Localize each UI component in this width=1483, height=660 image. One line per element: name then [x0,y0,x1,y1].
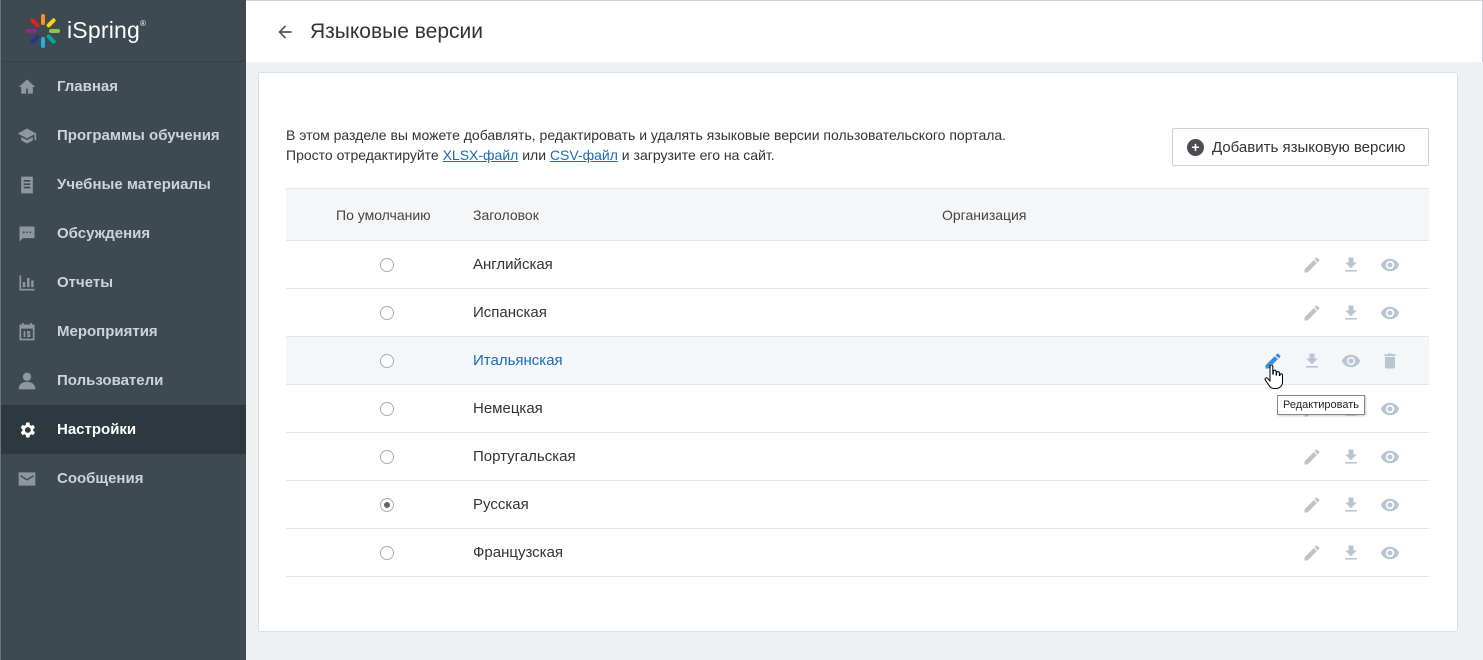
add-language-button[interactable]: + Добавить языковую версию [1172,128,1429,166]
edit-pencil-icon[interactable] [1301,494,1323,516]
content-card: В этом разделе вы можете добавлять, реда… [258,72,1458,632]
csv-link[interactable]: CSV-файл [550,147,618,163]
page-title: Языковые версии [310,19,483,43]
row-actions [1284,254,1401,276]
table-row[interactable]: Французская [286,529,1429,577]
sidebar-item-events[interactable]: Мероприятия [1,307,246,356]
envelope-icon [16,468,38,490]
document-list-icon [16,174,38,196]
sidebar-item-reports[interactable]: Отчеты [1,258,246,307]
back-arrow-icon[interactable] [274,21,296,43]
intro-text: В этом разделе вы можете добавлять, реда… [286,125,1006,165]
download-icon[interactable] [1340,446,1362,468]
preview-eye-icon[interactable] [1379,542,1401,564]
bar-chart-icon [16,272,38,294]
sidebar-item-materials[interactable]: Учебные материалы [1,160,246,209]
delete-trash-icon[interactable] [1379,350,1401,372]
download-icon[interactable] [1340,254,1362,276]
default-radio[interactable] [380,546,394,560]
download-icon[interactable] [1340,302,1362,324]
edit-pencil-icon[interactable] [1301,302,1323,324]
edit-pencil-icon[interactable] [1301,542,1323,564]
column-title: Заголовок [473,206,539,223]
table-row[interactable]: Итальянская [286,337,1429,385]
sidebar-item-messages[interactable]: Сообщения [1,454,246,503]
sidebar-item-discussions[interactable]: Обсуждения [1,209,246,258]
ispring-logo-icon [26,13,60,48]
download-icon[interactable] [1340,494,1362,516]
preview-eye-icon[interactable] [1340,350,1362,372]
edit-pencil-icon[interactable] [1301,446,1323,468]
row-title[interactable]: Итальянская [473,352,563,369]
column-default: По умолчанию [336,206,431,223]
default-radio[interactable] [380,354,394,368]
sidebar-item-label: Учебные материалы [57,176,211,193]
sidebar-item-programs[interactable]: Программы обучения [1,111,246,160]
table-header: По умолчанию Заголовок Организация [286,188,1429,241]
sidebar-item-label: Пользователи [57,372,164,389]
preview-eye-icon[interactable] [1379,254,1401,276]
hand-cursor-icon [1264,365,1283,389]
default-radio[interactable] [380,306,394,320]
preview-eye-icon[interactable] [1379,302,1401,324]
sidebar-item-label: Обсуждения [57,225,151,242]
table-row[interactable]: Английская [286,241,1429,289]
plus-circle-icon: + [1187,138,1204,156]
table-row[interactable]: Португальская [286,433,1429,481]
row-title[interactable]: Немецкая [473,400,543,417]
xlsx-link[interactable]: XLSX-файл [443,147,519,163]
user-icon [16,370,38,392]
sidebar-item-label: Программы обучения [57,127,220,144]
sidebar-item-label: Отчеты [57,274,114,291]
row-actions [1284,302,1401,324]
row-title[interactable]: Испанская [473,304,547,321]
gear-icon [16,419,38,441]
edit-pencil-icon[interactable] [1301,254,1323,276]
default-radio[interactable] [380,450,394,464]
home-icon [16,76,38,98]
sidebar-item-label: Настройки [57,421,137,438]
row-title[interactable]: Английская [473,256,553,273]
sidebar: iSpring® Главная Программы обучения Учеб… [0,0,246,660]
sidebar-item-home[interactable]: Главная [1,62,246,111]
row-title[interactable]: Французская [473,544,563,561]
sidebar-item-settings[interactable]: Настройки [1,405,246,454]
default-radio[interactable] [380,258,394,272]
sidebar-item-label: Мероприятия [57,323,158,340]
sidebar-item-label: Сообщения [57,470,144,487]
table-row[interactable]: Немецкая [286,385,1429,433]
preview-eye-icon[interactable] [1379,494,1401,516]
tooltip: Редактировать [1277,395,1365,415]
row-actions [1284,542,1401,564]
page-header: Языковые версии [246,0,1483,62]
languages-table: По умолчанию Заголовок Организация Англи… [286,188,1429,577]
row-actions [1284,446,1401,468]
intro-line-1: В этом разделе вы можете добавлять, реда… [286,127,1007,143]
intro-line-2: Просто отредактируйте XLSX-файл или CSV-… [286,147,775,163]
table-body: Английская Испанская Итальянская Немецкая По… [286,241,1429,577]
calendar-icon [16,321,38,343]
add-language-label: Добавить языковую версию [1212,138,1406,156]
sidebar-item-label: Главная [57,78,119,95]
default-radio[interactable] [380,498,394,512]
default-radio[interactable] [380,402,394,416]
brand-name: iSpring® [67,17,147,43]
row-title[interactable]: Русская [473,496,529,513]
row-actions [1284,494,1401,516]
preview-eye-icon[interactable] [1379,398,1401,420]
logo[interactable]: iSpring® [1,0,246,62]
table-row[interactable]: Русская [286,481,1429,529]
graduation-cap-icon [16,125,38,147]
table-row[interactable]: Испанская [286,289,1429,337]
preview-eye-icon[interactable] [1379,446,1401,468]
row-title[interactable]: Португальская [473,448,576,465]
download-icon[interactable] [1340,542,1362,564]
chat-bubble-icon [16,223,38,245]
sidebar-item-users[interactable]: Пользователи [1,356,246,405]
column-organization: Организация [942,206,1027,223]
download-icon[interactable] [1301,350,1323,372]
